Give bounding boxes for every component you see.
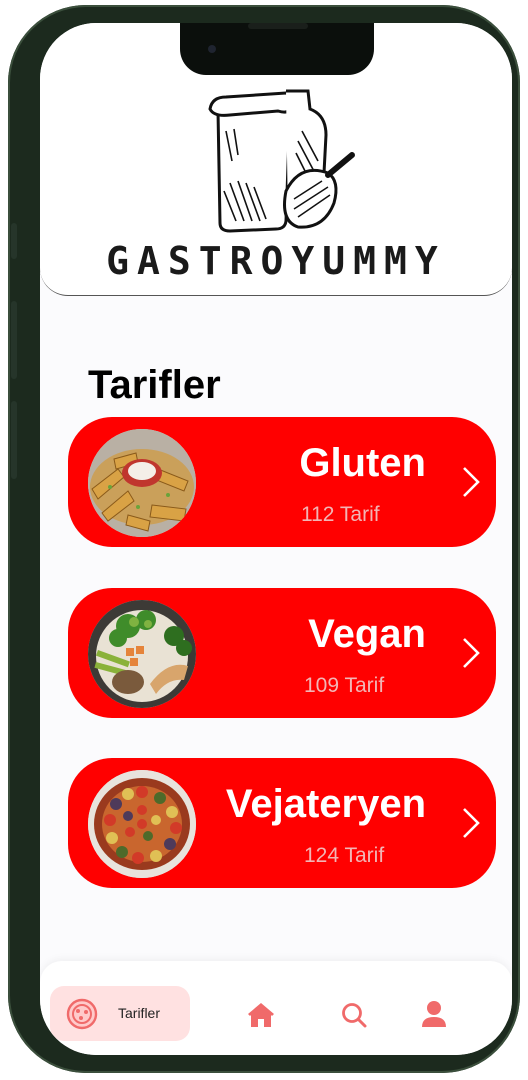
- category-name: Gluten: [299, 441, 426, 485]
- page-title: Tarifler: [88, 363, 221, 407]
- gluten-food-image: [88, 429, 196, 537]
- search-icon[interactable]: [340, 1001, 368, 1029]
- phone-frame: GASTROYUMMY Tarifler Gluten 112 Tarif Ve…: [8, 5, 520, 1073]
- brand-name: GASTROYUMMY: [106, 239, 446, 283]
- chevron-right-icon: [463, 467, 480, 497]
- mute-switch: [11, 223, 17, 259]
- recipe-count: 109 Tarif: [304, 674, 385, 697]
- volume-down-button: [11, 401, 17, 479]
- volume-up-button: [11, 301, 17, 379]
- speaker: [248, 23, 308, 29]
- app-screen: GASTROYUMMY Tarifler Gluten 112 Tarif Ve…: [40, 23, 512, 1055]
- category-name: Vegan: [308, 612, 426, 656]
- home-icon[interactable]: [246, 1001, 276, 1029]
- user-icon[interactable]: [420, 999, 448, 1029]
- vegan-food-image: [88, 600, 196, 708]
- category-name: Vejateryen: [225, 782, 426, 826]
- bottom-navigation: Tarifler: [40, 961, 512, 1055]
- notch: [180, 23, 374, 75]
- vegetarian-food-image: [88, 770, 196, 878]
- chevron-right-icon: [463, 808, 480, 838]
- recipe-count: 112 Tarif: [301, 503, 380, 526]
- nav-tab-label: Tarifler: [118, 1005, 161, 1021]
- recipe-count: 124 Tarif: [304, 844, 385, 867]
- category-card-gluten[interactable]: Gluten 112 Tarif: [68, 417, 496, 547]
- category-card-vegan[interactable]: Vegan 109 Tarif: [68, 588, 496, 718]
- camera: [208, 45, 216, 53]
- nav-tab-tarifler[interactable]: Tarifler: [50, 986, 190, 1041]
- logo-flour-bag-icon: [208, 89, 355, 233]
- category-card-vejateryen[interactable]: Vejateryen 124 Tarif: [68, 758, 496, 888]
- pizza-icon: [66, 998, 98, 1030]
- chevron-right-icon: [463, 638, 480, 668]
